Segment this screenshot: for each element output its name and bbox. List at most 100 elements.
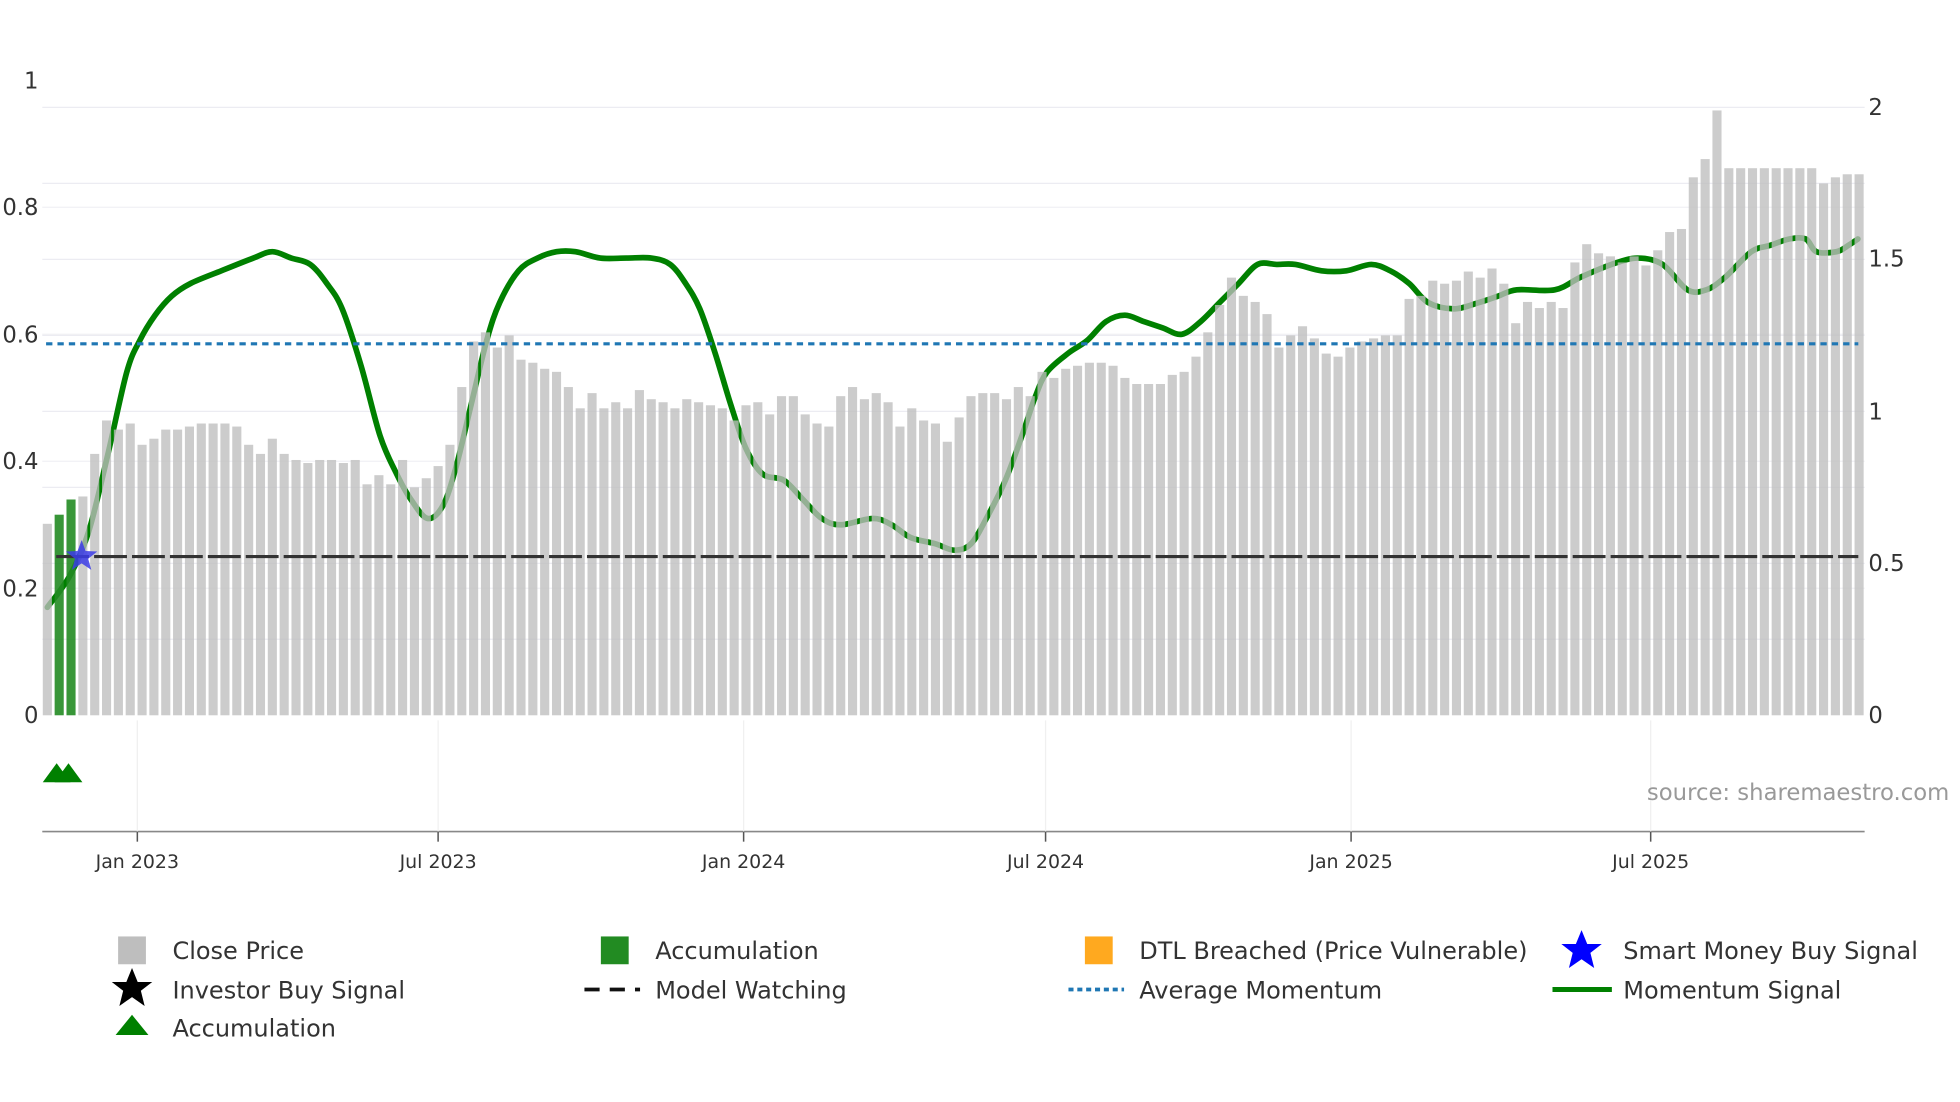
- close-price-bar: [1617, 262, 1627, 716]
- close-price-bar: [670, 408, 680, 716]
- close-price-bar: [1605, 256, 1615, 716]
- close-price-bar: [765, 414, 775, 716]
- legend-green-square-icon: [600, 936, 629, 965]
- close-price-bar: [753, 402, 763, 716]
- close-price-bar: [1594, 253, 1604, 716]
- close-price-bar: [244, 444, 254, 716]
- close-price-bar: [1037, 371, 1047, 716]
- close-price-bar: [1511, 323, 1521, 716]
- close-price-bar: [623, 408, 633, 716]
- legend-gray-square-icon: [118, 936, 146, 965]
- accumulation-bar: [54, 514, 64, 716]
- close-price-bar: [1724, 168, 1734, 716]
- close-price-bar: [1736, 168, 1746, 716]
- close-price-bar: [1522, 301, 1533, 716]
- close-price-bar: [362, 484, 372, 716]
- close-price-bar: [658, 402, 668, 716]
- close-price-bar: [504, 335, 514, 716]
- close-price-bar: [1357, 341, 1367, 716]
- close-price-bar: [421, 478, 431, 716]
- legend-label: Investor Buy Signal: [172, 976, 405, 1004]
- close-price-bar: [374, 475, 384, 716]
- close-price-bar: [255, 453, 266, 716]
- close-price-bar: [303, 463, 313, 716]
- close-price-bar: [871, 393, 881, 716]
- legend-label: Average Momentum: [1139, 976, 1382, 1004]
- right-tick-label: 1: [1868, 400, 1882, 426]
- close-price-bar: [1807, 168, 1817, 716]
- close-price-bar: [1144, 384, 1154, 716]
- close-price-bar: [1783, 168, 1793, 716]
- close-price-bar: [1203, 332, 1213, 716]
- close-price-bar: [694, 402, 704, 716]
- legend-orange-square-icon: [1084, 936, 1113, 965]
- close-price-bar: [1712, 110, 1722, 716]
- close-price-bar: [1451, 280, 1462, 716]
- close-price-bar: [1345, 347, 1355, 716]
- close-price-bar: [1830, 177, 1840, 716]
- close-price-bar: [480, 332, 491, 716]
- close-price-bar: [1262, 314, 1272, 716]
- close-price-bar: [492, 347, 502, 716]
- right-tick-label: 2: [1868, 95, 1882, 121]
- right-tick-label: 0: [1868, 703, 1882, 729]
- close-price-bar: [1321, 353, 1331, 716]
- close-price-bar: [883, 402, 893, 716]
- close-price-bar: [611, 402, 621, 716]
- left-tick-label: 1: [24, 68, 38, 94]
- close-price-bar: [1688, 177, 1698, 716]
- close-price-bar: [1333, 356, 1343, 716]
- legend-green-triangle-icon: [115, 1014, 149, 1036]
- x-tick-label: Jul 2023: [399, 851, 477, 873]
- close-price-bar: [232, 426, 242, 716]
- close-price-bar: [800, 414, 810, 716]
- close-price-bar: [587, 393, 597, 716]
- close-price-bar: [137, 444, 147, 716]
- legend-black-star-icon: [111, 968, 153, 1006]
- close-price-bar: [634, 390, 644, 716]
- close-price-bar: [291, 459, 301, 716]
- close-price-bar: [930, 423, 941, 716]
- close-price-bar: [1487, 268, 1497, 716]
- close-price-bar: [1191, 356, 1201, 716]
- close-price-bar: [1534, 308, 1544, 716]
- legend-label: Momentum Signal: [1623, 976, 1841, 1004]
- close-price-bar: [1073, 365, 1083, 716]
- x-tick-label: Jul 2025: [1611, 851, 1689, 873]
- source-label: source: sharemaestro.com: [1647, 780, 1949, 806]
- left-tick-label: 0.8: [2, 195, 38, 221]
- close-price-bar: [705, 405, 716, 716]
- close-price-bar: [386, 484, 396, 716]
- close-price-bar: [445, 444, 455, 716]
- close-price-bar: [1570, 262, 1580, 716]
- close-price-bar: [907, 408, 917, 716]
- x-tick-label: Jan 2024: [701, 851, 785, 873]
- legend: Close Price Accumulation DTL Breached (P…: [111, 930, 1918, 1042]
- close-price-bar: [125, 423, 135, 716]
- close-price-bar: [350, 459, 360, 716]
- close-price-bar: [551, 371, 562, 716]
- close-price-bar: [1108, 365, 1118, 716]
- close-price-bar: [741, 405, 751, 716]
- close-price-bar: [1380, 335, 1390, 716]
- close-price-bar: [599, 408, 609, 716]
- close-price-bar: [1369, 338, 1379, 716]
- close-price-bar: [1629, 256, 1639, 716]
- close-price-bar: [1238, 295, 1248, 716]
- close-price-bar: [895, 426, 905, 716]
- close-price-bar: [409, 487, 419, 716]
- close-price-bar: [1416, 295, 1426, 716]
- close-price-bar: [1653, 250, 1663, 716]
- axes: [42, 720, 1865, 842]
- close-price-bar: [1795, 168, 1805, 716]
- close-price-bar: [824, 426, 834, 716]
- close-price-bar: [398, 459, 408, 716]
- close-price-bar: [113, 429, 123, 716]
- close-price-bar: [1700, 159, 1710, 716]
- close-price-bar: [469, 341, 479, 716]
- close-price-bar: [1676, 228, 1687, 716]
- left-tick-label: 0: [24, 703, 38, 729]
- close-price-bar: [1747, 168, 1758, 716]
- legend-blue-star-icon: [1561, 930, 1602, 969]
- close-price-bar: [919, 420, 929, 716]
